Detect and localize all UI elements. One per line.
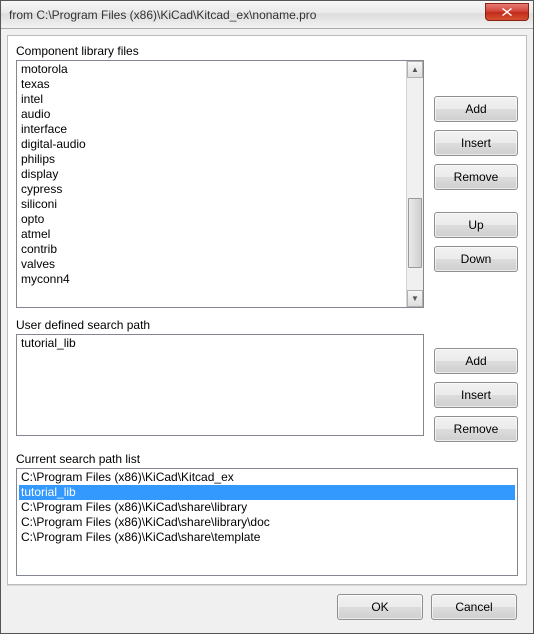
component-libs-row: motorolatexasintelaudiointerfacedigital-…	[16, 60, 518, 308]
list-item[interactable]: siliconi	[19, 197, 421, 212]
component-libs-buttons: Add Insert Remove Up Down	[434, 60, 518, 272]
current-paths-label: Current search path list	[16, 452, 518, 466]
list-item[interactable]: valves	[19, 257, 421, 272]
list-item[interactable]: texas	[19, 77, 421, 92]
list-item[interactable]: contrib	[19, 242, 421, 257]
ok-button[interactable]: OK	[337, 594, 423, 620]
scroll-down-button[interactable]: ▼	[407, 290, 423, 307]
list-item[interactable]: cypress	[19, 182, 421, 197]
scroll-thumb[interactable]	[408, 198, 422, 268]
insert-path-button[interactable]: Insert	[434, 382, 518, 408]
scrollbar-vertical[interactable]: ▲ ▼	[406, 61, 423, 307]
list-item[interactable]: motorola	[19, 62, 421, 77]
add-path-button[interactable]: Add	[434, 348, 518, 374]
list-item[interactable]: tutorial_lib	[19, 336, 421, 351]
dialog-footer: OK Cancel	[7, 585, 527, 627]
insert-lib-button[interactable]: Insert	[434, 130, 518, 156]
list-item[interactable]: C:\Program Files (x86)\KiCad\share\libra…	[19, 515, 515, 530]
list-item[interactable]: C:\Program Files (x86)\KiCad\share\templ…	[19, 530, 515, 545]
user-paths-label: User defined search path	[16, 318, 518, 332]
titlebar[interactable]: from C:\Program Files (x86)\KiCad\Kitcad…	[1, 1, 533, 29]
down-lib-button[interactable]: Down	[434, 246, 518, 272]
list-item[interactable]: opto	[19, 212, 421, 227]
list-item[interactable]: philips	[19, 152, 421, 167]
list-item[interactable]: C:\Program Files (x86)\KiCad\Kitcad_ex	[19, 470, 515, 485]
close-icon	[502, 8, 512, 16]
list-item[interactable]: interface	[19, 122, 421, 137]
list-item[interactable]: C:\Program Files (x86)\KiCad\share\libra…	[19, 500, 515, 515]
list-item[interactable]: digital-audio	[19, 137, 421, 152]
close-button[interactable]	[485, 3, 529, 21]
remove-path-button[interactable]: Remove	[434, 416, 518, 442]
main-panel: Component library files motorolatexasint…	[7, 35, 527, 585]
scroll-up-button[interactable]: ▲	[407, 61, 423, 78]
user-paths-listbox[interactable]: tutorial_lib	[16, 334, 424, 436]
list-item[interactable]: atmel	[19, 227, 421, 242]
scroll-track[interactable]	[407, 78, 423, 290]
user-paths-row: tutorial_lib Add Insert Remove	[16, 334, 518, 442]
window-title: from C:\Program Files (x86)\KiCad\Kitcad…	[9, 8, 316, 22]
component-libs-label: Component library files	[16, 44, 518, 58]
client-area: Component library files motorolatexasint…	[1, 29, 533, 633]
cancel-button[interactable]: Cancel	[431, 594, 517, 620]
list-item[interactable]: myconn4	[19, 272, 421, 287]
user-paths-buttons: Add Insert Remove	[434, 334, 518, 442]
list-item[interactable]: display	[19, 167, 421, 182]
up-lib-button[interactable]: Up	[434, 212, 518, 238]
remove-lib-button[interactable]: Remove	[434, 164, 518, 190]
add-lib-button[interactable]: Add	[434, 96, 518, 122]
current-paths-listbox[interactable]: C:\Program Files (x86)\KiCad\Kitcad_extu…	[16, 468, 518, 576]
dialog-window: from C:\Program Files (x86)\KiCad\Kitcad…	[0, 0, 534, 634]
component-libs-listbox[interactable]: motorolatexasintelaudiointerfacedigital-…	[16, 60, 424, 308]
list-item[interactable]: tutorial_lib	[19, 485, 515, 500]
list-item[interactable]: audio	[19, 107, 421, 122]
list-item[interactable]: intel	[19, 92, 421, 107]
